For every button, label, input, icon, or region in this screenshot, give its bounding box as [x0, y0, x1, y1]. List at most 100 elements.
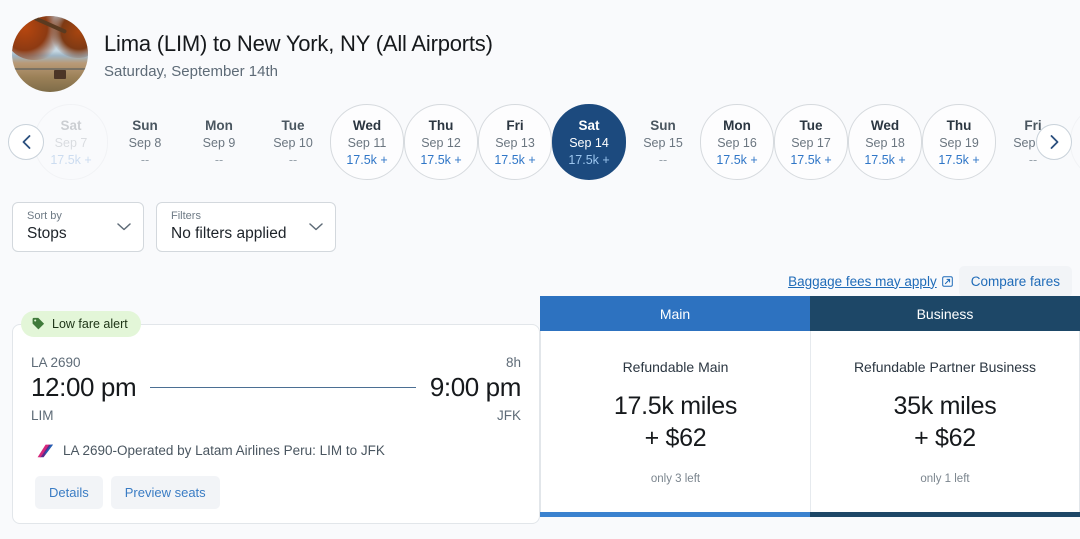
date-pill-sep-7[interactable]: Sat Sep 7 17.5k + [34, 104, 108, 180]
filter-controls: Sort by Stops Filters No filters applied [0, 188, 1080, 252]
header-text: Lima (LIM) to New York, NY (All Airports… [104, 29, 493, 80]
fare-accent-bars [540, 512, 1080, 517]
date-pill-sep-9[interactable]: Mon Sep 9 -- [182, 104, 256, 180]
dates-track: Sat Sep 7 17.5k + Sun Sep 8 -- Mon Sep 9 -- Tue Se… [0, 96, 1080, 188]
date-pill-sep-17[interactable]: Tue Sep 17 17.5k + [774, 104, 848, 180]
departure-airport: LIM [31, 408, 54, 423]
fare-panel: Main Business Refundable Main 17.5k mile… [540, 296, 1080, 517]
date-pill-price: -- [288, 152, 298, 167]
baggage-fees-link[interactable]: Baggage fees may apply [788, 274, 953, 289]
date-carousel: Sat Sep 7 17.5k + Sun Sep 8 -- Mon Sep 9 -- Tue Se… [0, 96, 1080, 188]
date-pill-dow: Thu [946, 117, 972, 133]
date-pill-date: Sep 10 [273, 135, 313, 150]
fare-option-business[interactable]: Refundable Partner Business 35k miles + … [810, 331, 1079, 512]
flight-result-row: Low fare alert LA 2690 8h 12:00 pm 9:00 … [0, 296, 1080, 524]
low-fare-alert-label: Low fare alert [52, 317, 128, 331]
sort-by-label: Sort by [27, 210, 62, 222]
fare-body: Refundable Main 17.5k miles + $62 only 3… [540, 331, 1080, 512]
date-pill-date: Sep 17 [791, 135, 831, 150]
date-pill-dow: Sun [132, 117, 158, 133]
tab-business[interactable]: Business [810, 296, 1080, 331]
date-pill-dow: Tue [281, 117, 305, 133]
details-button[interactable]: Details [35, 476, 103, 509]
flight-card-actions: Details Preview seats [31, 476, 521, 509]
fare-seats-left: only 3 left [650, 472, 701, 485]
accent-bar-main [540, 512, 810, 517]
date-pill-date: Sep 8 [128, 135, 162, 150]
latam-airlines-logo [37, 444, 53, 457]
operated-by-row: LA 2690-Operated by Latam Airlines Peru:… [31, 443, 521, 458]
date-pill-price: 17.5k + [420, 152, 462, 167]
date-pill-date: Sep 7 [54, 135, 88, 150]
fare-tabs: Main Business [540, 296, 1080, 331]
chevron-down-icon [117, 223, 131, 231]
date-pill-date: Sep 14 [569, 135, 609, 150]
date-pill-price: 17.5k + [346, 152, 388, 167]
flight-duration: 8h [505, 355, 521, 370]
date-pill-price: -- [140, 152, 150, 167]
date-pill-dow: Sat [578, 117, 600, 133]
accent-bar-business [810, 512, 1080, 517]
date-pill-price: 17.5k + [790, 152, 832, 167]
flight-card[interactable]: Low fare alert LA 2690 8h 12:00 pm 9:00 … [12, 311, 540, 524]
date-pill-price: 17.5k + [494, 152, 536, 167]
flight-number-row: LA 2690 8h [31, 355, 521, 370]
date-pill-sep-11[interactable]: Wed Sep 11 17.5k + [330, 104, 404, 180]
departure-time: 12:00 pm [31, 372, 137, 402]
date-pill-sep-13[interactable]: Fri Sep 13 17.5k + [478, 104, 552, 180]
fare-name: Refundable Main [622, 358, 729, 375]
flight-number: LA 2690 [31, 355, 81, 370]
date-pill-date: Sep 15 [643, 135, 683, 150]
filters-value: No filters applied [171, 225, 287, 242]
date-pill-sep-16[interactable]: Mon Sep 16 17.5k + [700, 104, 774, 180]
flight-times-row: 12:00 pm 9:00 pm [31, 372, 521, 403]
date-pill-date: Sep 12 [421, 135, 461, 150]
date-pill-price: -- [214, 152, 224, 167]
date-pill-dow: Fri [506, 117, 524, 133]
date-pill-sep-14[interactable]: Sat Sep 14 17.5k + [552, 104, 626, 180]
date-pill-date: Sep 13 [495, 135, 535, 150]
date-pill-sep-8[interactable]: Sun Sep 8 -- [108, 104, 182, 180]
baggage-fees-label: Baggage fees may apply [788, 273, 937, 289]
tab-main[interactable]: Main [540, 296, 810, 331]
low-fare-alert-badge: Low fare alert [21, 311, 141, 337]
date-pill-date: Sep 9 [202, 135, 236, 150]
fare-cash: + $62 [914, 423, 976, 452]
avatar-bench [54, 70, 66, 79]
date-pill-price: 17.5k + [864, 152, 906, 167]
fare-miles: 35k miles [893, 391, 997, 420]
date-pill-price: 17.5k + [50, 152, 92, 167]
date-pill-dow: Sun [650, 117, 676, 133]
date-pill-dow: Wed [352, 117, 382, 133]
date-pill-sep-18[interactable]: Wed Sep 18 17.5k + [848, 104, 922, 180]
date-pill-date: Sep 11 [347, 135, 387, 150]
avatar-railing [12, 68, 88, 70]
chevron-down-icon [309, 223, 323, 231]
external-link-icon [941, 275, 953, 287]
date-pill-sep-19[interactable]: Thu Sep 19 17.5k + [922, 104, 996, 180]
prev-dates-button[interactable] [8, 124, 44, 160]
sort-by-select[interactable]: Sort by Stops [12, 202, 144, 252]
fare-seats-left: only 1 left [920, 472, 970, 485]
fare-option-main[interactable]: Refundable Main 17.5k miles + $62 only 3… [541, 331, 810, 512]
preview-seats-button[interactable]: Preview seats [110, 476, 220, 509]
date-pill-sep-12[interactable]: Thu Sep 12 17.5k + [404, 104, 478, 180]
operated-by-text: LA 2690-Operated by Latam Airlines Peru:… [63, 443, 385, 458]
date-pill-sep-10[interactable]: Tue Sep 10 -- [256, 104, 330, 180]
date-pill-price: -- [658, 152, 668, 167]
arrival-time: 9:00 pm [429, 372, 522, 402]
date-pill-date: Sep 19 [939, 135, 979, 150]
next-dates-button[interactable] [1036, 124, 1072, 160]
date-pill-date: Sep 18 [865, 135, 905, 150]
compare-fares-button[interactable]: Compare fares [958, 265, 1072, 297]
date-pill-sep-15[interactable]: Sun Sep 15 -- [626, 104, 700, 180]
date-pill-dow: Mon [723, 117, 751, 133]
fare-cash: + $62 [644, 423, 707, 452]
date-pill-dow: Tue [799, 117, 823, 133]
fare-miles: 17.5k miles [613, 391, 738, 420]
filters-select[interactable]: Filters No filters applied [156, 202, 336, 252]
avatar [12, 16, 88, 92]
flight-path-line [150, 387, 416, 388]
chevron-left-icon [22, 135, 30, 149]
tag-icon [32, 317, 45, 330]
